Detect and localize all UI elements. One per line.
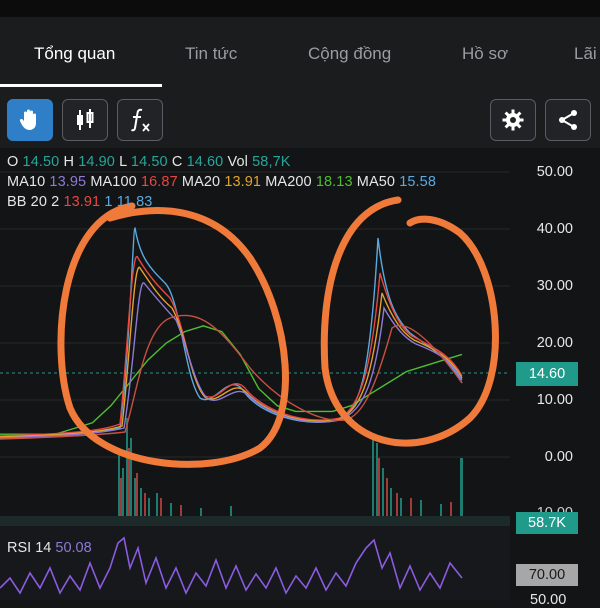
function-icon	[131, 108, 150, 132]
y-tick: 30.00	[536, 278, 573, 294]
hand-tool-button[interactable]	[7, 99, 53, 141]
y-tick: 10.00	[536, 392, 573, 408]
volume-badge: 58.7K	[516, 512, 578, 534]
candlestick-tool-button[interactable]	[62, 99, 108, 141]
y-tick: 40.00	[536, 221, 573, 237]
tab-overview[interactable]: Tổng quan	[34, 44, 115, 64]
ma200-line	[0, 325, 463, 435]
status-bar	[0, 0, 600, 17]
rsi-low-tick: 50.00	[530, 592, 567, 608]
share-button[interactable]	[545, 99, 591, 141]
ma-legend: MA10 13.95 MA100 16.87 MA20 13.91 MA200 …	[7, 174, 436, 190]
share-icon	[559, 110, 577, 130]
y-tick: 50.00	[536, 164, 573, 180]
tab-community[interactable]: Cộng đồng	[308, 44, 391, 64]
chart-canvas[interactable]	[0, 148, 600, 600]
y-tick: 0.00	[544, 449, 573, 465]
rsi-level-badge: 70.00	[516, 564, 578, 586]
active-tab-indicator	[0, 84, 162, 87]
chart-toolbar	[0, 90, 600, 148]
tab-bar: Tổng quan Tin tức Cộng đồng Hồ sơ Lãi	[0, 17, 600, 90]
settings-button[interactable]	[490, 99, 536, 141]
rsi-legend: RSI 14 50.08	[7, 540, 92, 556]
tab-profit[interactable]: Lãi	[574, 44, 597, 64]
y-tick: 20.00	[536, 335, 573, 351]
last-price-badge: 14.60	[516, 362, 578, 386]
hand-icon	[19, 109, 36, 130]
candlestick-icon	[77, 109, 94, 130]
ohlc-legend: O 14.50 H 14.90 L 14.50 C 14.60 Vol 58,7…	[7, 154, 291, 170]
tab-news[interactable]: Tin tức	[185, 44, 237, 64]
bb-legend: BB 20 2 13.91 1 11.83	[7, 194, 153, 210]
price-chart[interactable]: O 14.50 H 14.90 L 14.50 C 14.60 Vol 58,7…	[0, 148, 600, 600]
tab-profile[interactable]: Hồ sơ	[462, 44, 508, 64]
gear-icon	[502, 109, 524, 131]
function-tool-button[interactable]	[117, 99, 163, 141]
rsi-panel	[0, 526, 510, 600]
